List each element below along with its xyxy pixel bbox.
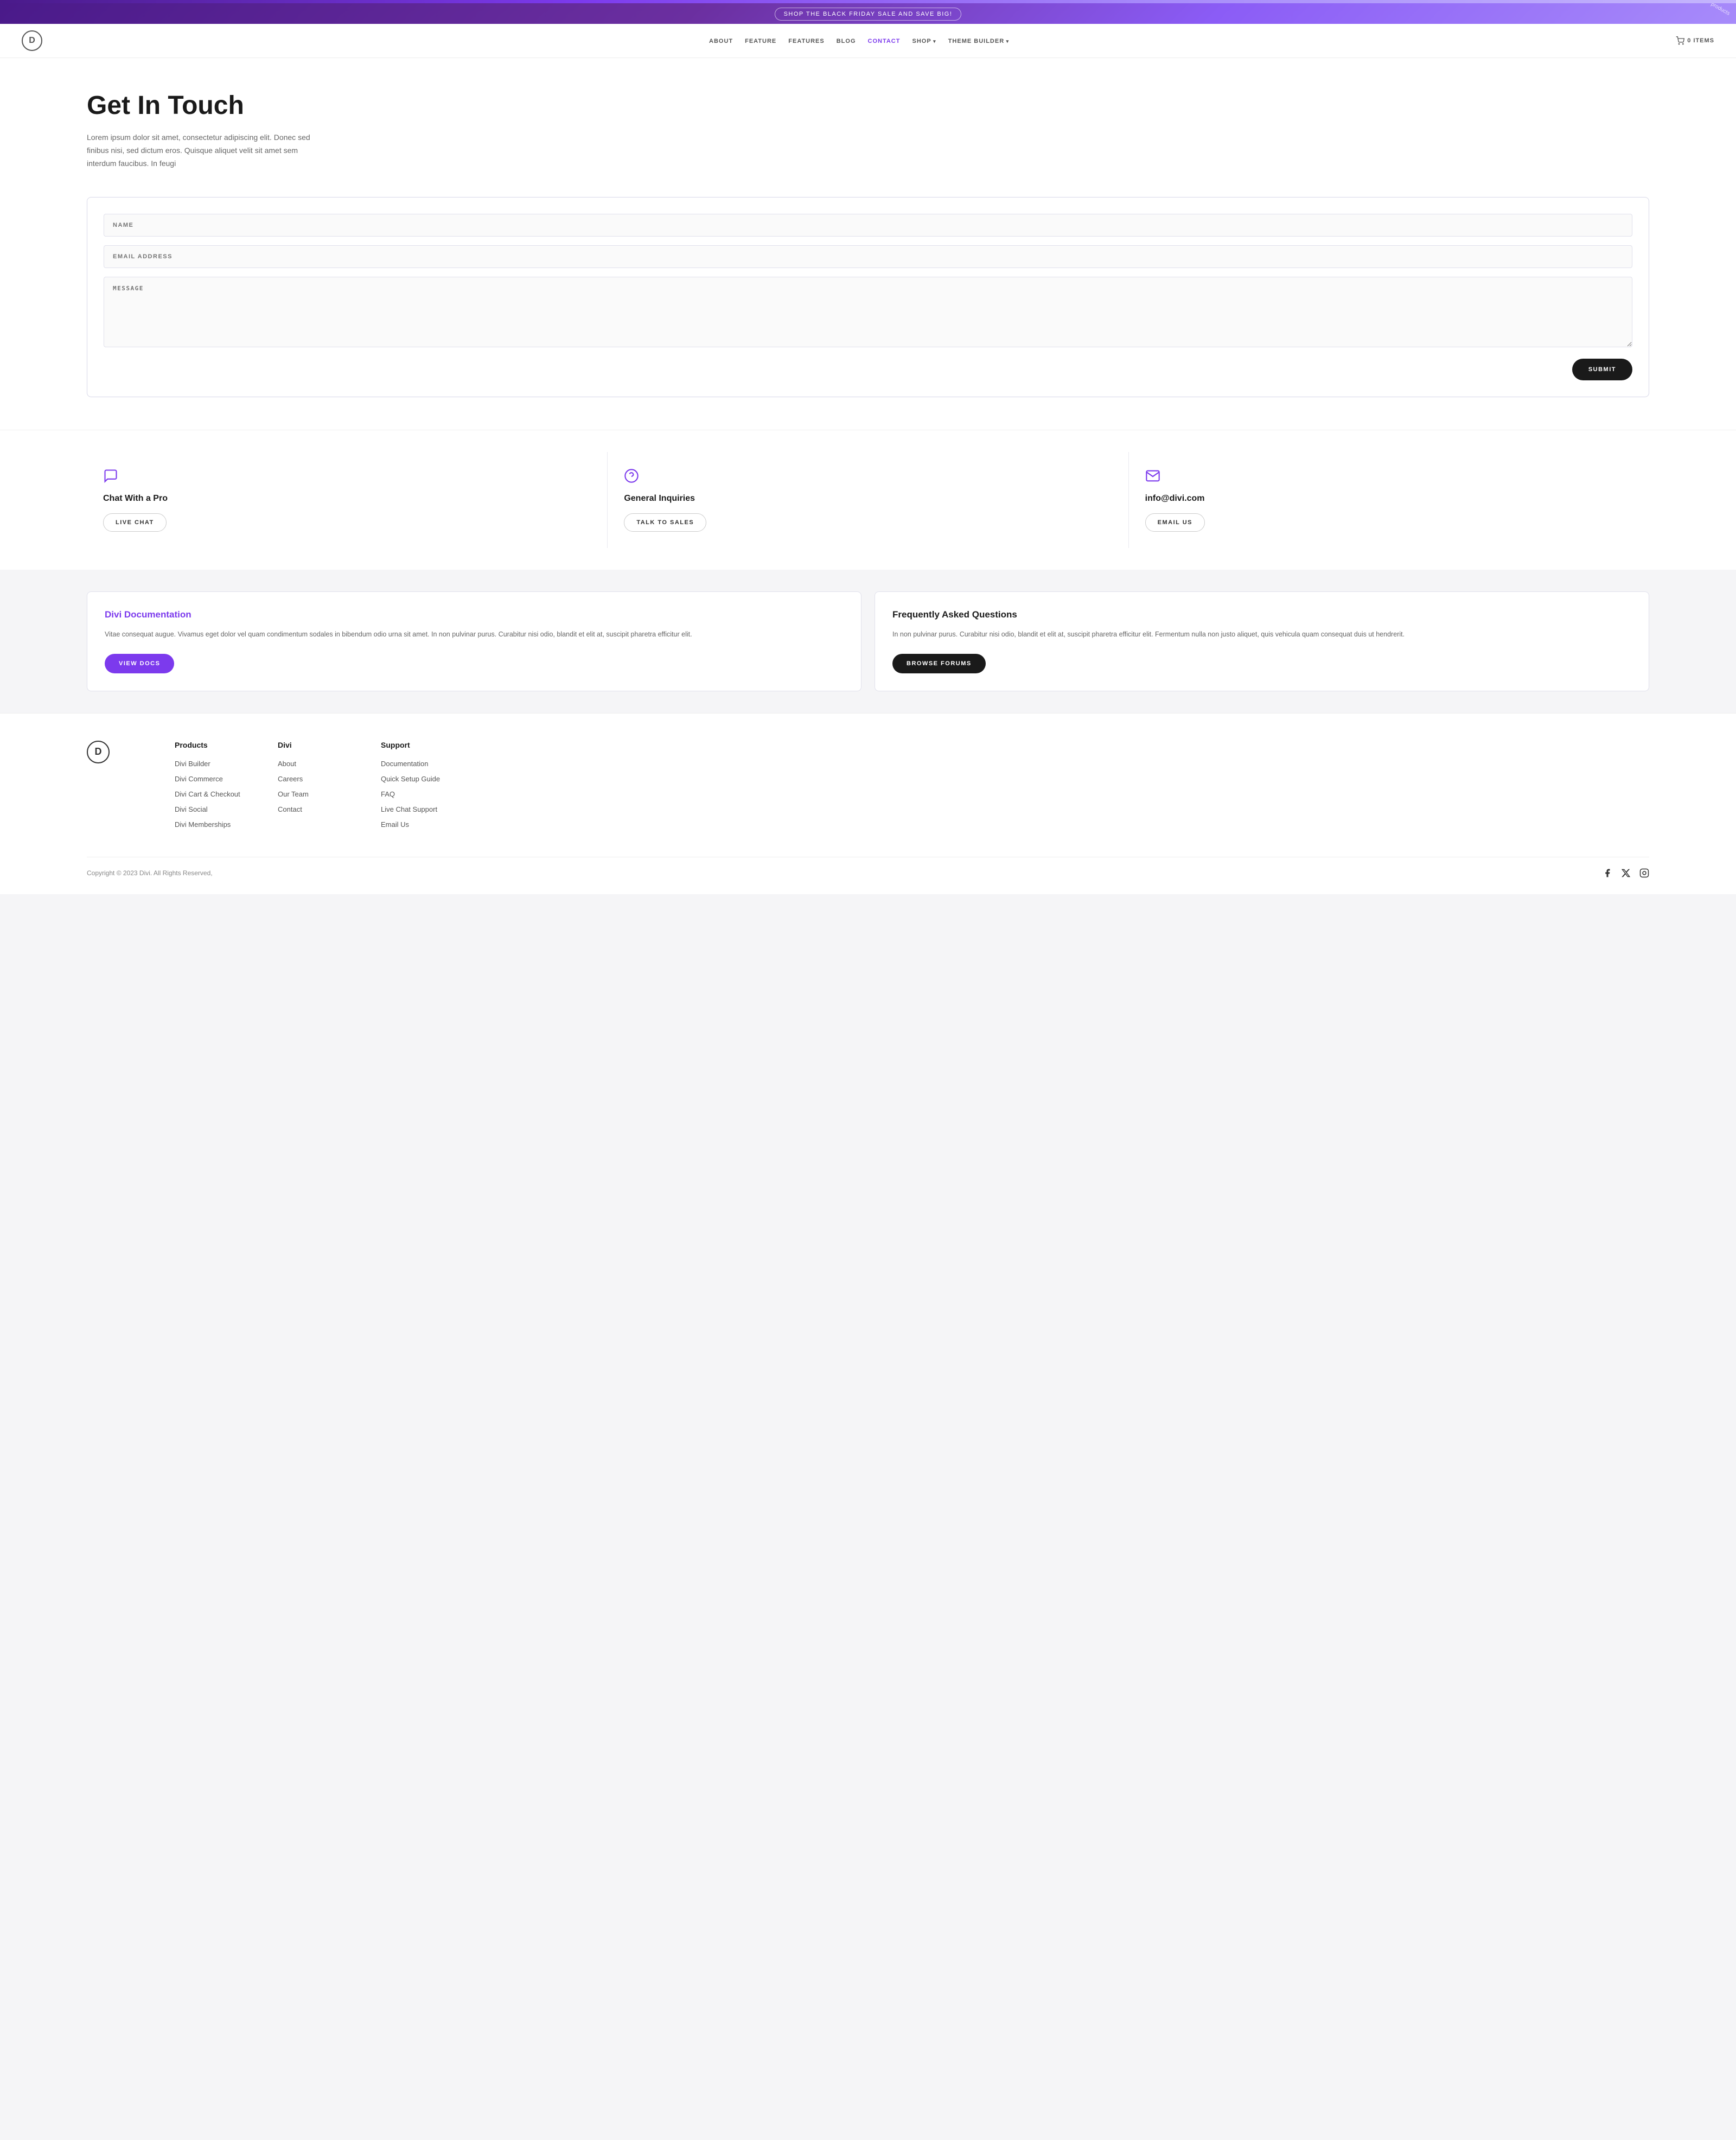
footer-support-list: Documentation Quick Setup Guide FAQ Live… [381,759,451,830]
footer-col-products: Products Divi Builder Divi Commerce Divi… [175,741,245,835]
banner-link[interactable]: SHOP THE BLACK FRIDAY SALE AND SAVE BIG! [775,8,962,21]
form-submit-area: SUBMIT [104,359,1632,380]
nav-feature[interactable]: FEATURE [745,38,776,44]
instagram-icon[interactable] [1639,868,1649,878]
docs-card: Divi Documentation Vitae consequat augue… [87,591,861,691]
banner-products: products [1709,3,1731,17]
footer-divi-builder[interactable]: Divi Builder [175,760,210,768]
contact-card-email: info@divi.com EMAIL US [1129,452,1649,548]
email-input[interactable] [104,245,1632,268]
nav-blog[interactable]: BLOG [837,38,856,44]
chat-icon-wrapper [103,468,591,486]
submit-button[interactable]: SUBMIT [1572,359,1632,380]
footer-quick-setup[interactable]: Quick Setup Guide [381,775,440,783]
faq-card-description: In non pulvinar purus. Curabitur nisi od… [892,629,1631,640]
footer-faq[interactable]: FAQ [381,790,395,798]
live-chat-button[interactable]: LIVE CHAT [103,513,167,532]
footer-col-divi: Divi About Careers Our Team Contact [278,741,348,835]
footer-copyright: Copyright © 2023 Divi. All Rights Reserv… [87,869,213,877]
footer-divi-memberships[interactable]: Divi Memberships [175,820,231,829]
message-field-wrapper [104,277,1632,350]
hero-description: Lorem ipsum dolor sit amet, consectetur … [87,131,315,170]
nav-shop[interactable]: SHOP [912,38,936,44]
footer-our-team[interactable]: Our Team [278,790,309,798]
footer-products-heading: Products [175,741,245,749]
main-nav: D ABOUT FEATURE FEATURES BLOG CONTACT SH… [0,24,1736,58]
email-icon [1145,468,1160,483]
nav-features[interactable]: FEATURES [788,38,824,44]
nav-contact[interactable]: CONTACT [868,38,901,44]
footer-documentation[interactable]: Documentation [381,760,428,768]
faq-card-title: Frequently Asked Questions [892,609,1631,620]
info-cards: Divi Documentation Vitae consequat augue… [0,570,1736,712]
talk-to-sales-button[interactable]: TALK TO SALES [624,513,706,532]
nav-logo[interactable]: D [22,30,42,51]
footer-divi-cart[interactable]: Divi Cart & Checkout [175,790,240,798]
cart-icon [1676,36,1684,45]
footer-divi-heading: Divi [278,741,348,749]
card-inquiries-title: General Inquiries [624,494,1112,504]
footer-about[interactable]: About [278,760,296,768]
footer-top: D Products Divi Builder Divi Commerce Di… [87,741,1649,835]
docs-card-title: Divi Documentation [105,609,844,620]
footer-careers[interactable]: Careers [278,775,303,783]
contact-form: SUBMIT [87,197,1649,397]
message-input[interactable] [104,277,1632,347]
faq-card: Frequently Asked Questions In non pulvin… [875,591,1649,691]
footer-divi-list: About Careers Our Team Contact [278,759,348,814]
card-chat-title: Chat With a Pro [103,494,591,504]
nav-links: ABOUT FEATURE FEATURES BLOG CONTACT SHOP… [709,36,1009,46]
top-banner: SHOP THE BLACK FRIDAY SALE AND SAVE BIG!… [0,3,1736,24]
nav-about[interactable]: ABOUT [709,38,733,44]
footer-divi-commerce[interactable]: Divi Commerce [175,775,223,783]
question-icon [624,468,639,483]
footer: D Products Divi Builder Divi Commerce Di… [0,713,1736,894]
name-field-wrapper [104,214,1632,237]
cart-label: 0 ITEMS [1687,37,1714,44]
chat-icon [103,468,118,483]
footer-divi-social[interactable]: Divi Social [175,805,208,813]
contact-form-wrapper: SUBMIT [0,197,1736,430]
question-icon-wrapper [624,468,1112,486]
contact-cards: Chat With a Pro LIVE CHAT General Inquir… [0,430,1736,570]
view-docs-button[interactable]: VIEW DOCS [105,654,174,673]
email-us-button[interactable]: EMAIL US [1145,513,1205,532]
footer-support-heading: Support [381,741,451,749]
name-input[interactable] [104,214,1632,237]
docs-card-description: Vitae consequat augue. Vivamus eget dolo… [105,629,844,640]
email-icon-wrapper [1145,468,1633,486]
footer-contact[interactable]: Contact [278,805,302,813]
nav-cart[interactable]: 0 ITEMS [1676,36,1714,45]
facebook-icon[interactable] [1603,868,1612,878]
footer-email-us[interactable]: Email Us [381,820,409,829]
footer-live-chat[interactable]: Live Chat Support [381,805,437,813]
footer-social [1603,868,1649,878]
page-title: Get In Touch [87,91,1649,120]
email-field-wrapper [104,245,1632,268]
contact-card-chat: Chat With a Pro LIVE CHAT [87,452,608,548]
hero-section: Get In Touch Lorem ipsum dolor sit amet,… [0,58,1736,197]
footer-logo[interactable]: D [87,741,110,763]
browse-forums-button[interactable]: BROWSE FORUMS [892,654,986,673]
x-twitter-icon[interactable] [1621,868,1631,878]
footer-columns: Products Divi Builder Divi Commerce Divi… [175,741,1649,835]
nav-theme-builder[interactable]: THEME BUILDER [948,38,1009,44]
footer-products-list: Divi Builder Divi Commerce Divi Cart & C… [175,759,245,830]
footer-bottom: Copyright © 2023 Divi. All Rights Reserv… [87,857,1649,878]
card-email-title: info@divi.com [1145,494,1633,504]
contact-card-inquiries: General Inquiries TALK TO SALES [608,452,1128,548]
footer-col-support: Support Documentation Quick Setup Guide … [381,741,451,835]
